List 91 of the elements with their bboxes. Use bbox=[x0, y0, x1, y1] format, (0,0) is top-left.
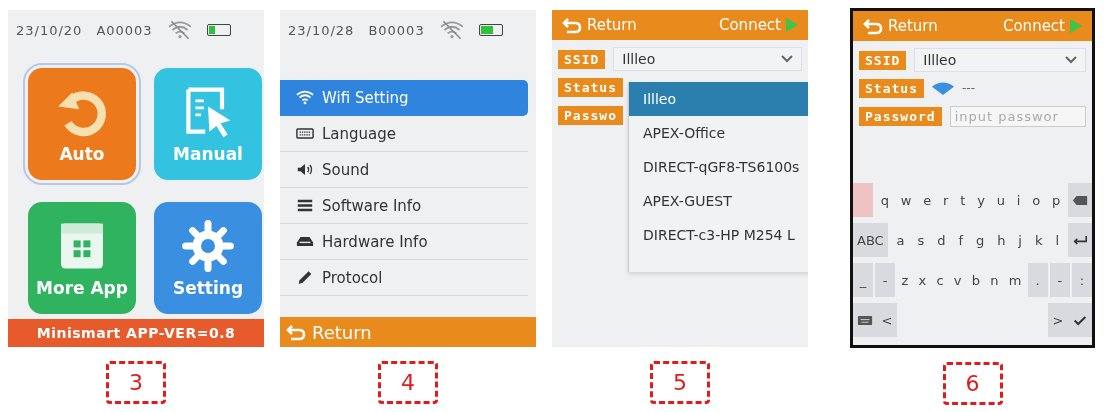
keyboard-toggle-key[interactable] bbox=[853, 303, 877, 337]
keyboard-key[interactable]: _ bbox=[853, 263, 873, 297]
keyboard-key[interactable]: u bbox=[992, 183, 1009, 217]
checkmark-icon bbox=[1072, 314, 1088, 326]
keyboard-key[interactable]: x bbox=[914, 263, 931, 297]
device-code: B00003 bbox=[368, 22, 425, 38]
keyboard-key[interactable]: p bbox=[1047, 183, 1065, 217]
return-arrow-icon bbox=[562, 16, 582, 34]
keyboard-key[interactable]: r bbox=[939, 183, 953, 217]
enter-key[interactable] bbox=[1067, 223, 1092, 257]
field-label: Status bbox=[859, 78, 924, 98]
keyboard-key[interactable]: k bbox=[1030, 223, 1047, 257]
menu-item[interactable]: Language bbox=[280, 116, 528, 152]
play-icon bbox=[786, 18, 798, 32]
keyboard-key[interactable]: a bbox=[892, 223, 909, 257]
ssid-option[interactable]: APEX-GUEST bbox=[629, 184, 808, 218]
ssid-dropdown[interactable]: Illleo bbox=[613, 47, 802, 71]
menu-item[interactable]: Sound bbox=[280, 152, 528, 188]
keyboard-key[interactable]: o bbox=[1028, 183, 1045, 217]
keyboard-key[interactable]: l bbox=[1051, 223, 1063, 257]
keyboard-key[interactable]: m bbox=[1004, 263, 1026, 297]
keyboard-key[interactable]: < bbox=[877, 303, 897, 337]
keyboard-key[interactable]: q bbox=[876, 183, 894, 217]
keyboard-key[interactable]: - bbox=[875, 263, 896, 297]
chevron-down-icon bbox=[1065, 56, 1077, 64]
return-arrow-icon bbox=[863, 17, 883, 35]
chevron-down-icon bbox=[781, 55, 793, 63]
version-bar: Minismart APP-VER=0.8 bbox=[8, 319, 264, 347]
keyboard-key[interactable]: n bbox=[986, 263, 1003, 297]
confirm-key[interactable] bbox=[1068, 303, 1092, 337]
keyboard-key[interactable]: . bbox=[1027, 263, 1048, 297]
step-number: 6 bbox=[942, 362, 1003, 405]
step-number: 4 bbox=[378, 361, 438, 404]
menu-item[interactable]: Hardware Info bbox=[280, 224, 528, 260]
return-arrow-icon bbox=[286, 323, 306, 341]
keyboard-key[interactable]: f bbox=[954, 223, 967, 257]
keyboard-key[interactable]: b bbox=[967, 263, 984, 297]
keyboard-key[interactable]: w bbox=[896, 183, 916, 217]
field-label: Password bbox=[859, 106, 942, 126]
keyboard-key[interactable]: h bbox=[993, 223, 1010, 257]
battery-icon bbox=[478, 24, 503, 36]
password-field[interactable]: input passwor bbox=[949, 105, 1086, 127]
wifi-off-icon bbox=[166, 20, 193, 40]
keyboard-key[interactable]: z bbox=[897, 263, 913, 297]
ssid-option[interactable]: DIRECT-qGF8-TS6100s bbox=[629, 150, 808, 184]
menu-item[interactable]: Protocol bbox=[280, 260, 528, 296]
wifi-off-icon bbox=[438, 20, 465, 40]
keyboard-key[interactable]: ABC bbox=[853, 223, 888, 257]
backspace-key[interactable] bbox=[1067, 183, 1092, 217]
date-text: 23/10/20 bbox=[16, 22, 83, 38]
wifi-icon bbox=[296, 90, 314, 105]
backspace-icon bbox=[1071, 194, 1088, 206]
keyboard-key[interactable]: e bbox=[919, 183, 936, 217]
device-code: A00003 bbox=[96, 22, 153, 38]
pencil-icon bbox=[296, 270, 314, 285]
step-number: 3 bbox=[106, 361, 166, 404]
settings-icon bbox=[180, 217, 236, 274]
field-label: Status bbox=[558, 77, 623, 97]
list-icon bbox=[296, 198, 314, 213]
field-label: Passwo bbox=[558, 105, 623, 125]
battery-icon bbox=[206, 24, 231, 36]
ssid-option[interactable]: APEX-Office bbox=[629, 116, 808, 150]
speaker-icon bbox=[296, 162, 314, 177]
keyboard-key[interactable]: > bbox=[1048, 303, 1068, 337]
keyboard-key[interactable]: v bbox=[949, 263, 966, 297]
play-icon bbox=[1070, 19, 1082, 33]
ssid-option[interactable]: Illleo bbox=[629, 82, 808, 116]
keyboard-key[interactable]: d bbox=[933, 223, 950, 257]
enter-icon bbox=[1071, 234, 1088, 246]
keyboard-key[interactable]: t bbox=[956, 183, 970, 217]
keyboard-key[interactable]: : bbox=[1072, 263, 1092, 297]
ssid-option[interactable]: DIRECT-c3-HP M254 L bbox=[629, 218, 808, 252]
field-label: SSID bbox=[859, 50, 907, 70]
menu-item[interactable]: Software Info bbox=[280, 188, 528, 224]
date-text: 23/10/28 bbox=[288, 22, 355, 38]
keyboard-icon bbox=[857, 314, 873, 326]
keyboard-key[interactable]: i bbox=[1012, 183, 1025, 217]
ssid-dropdown[interactable]: Illleo bbox=[914, 48, 1086, 72]
menu-item[interactable]: Wifi Setting bbox=[280, 80, 528, 116]
keyboard-key[interactable]: g bbox=[971, 223, 989, 257]
keyboard-icon bbox=[296, 126, 314, 141]
keyboard-key[interactable]: y bbox=[973, 183, 989, 217]
wifi-signal-icon bbox=[931, 81, 954, 95]
keyboard-key[interactable]: - bbox=[1049, 263, 1070, 297]
keyboard-key[interactable]: j bbox=[1014, 223, 1026, 257]
keyboard-key[interactable]: s bbox=[913, 223, 929, 257]
tray-icon bbox=[296, 234, 314, 249]
status-value: --- bbox=[961, 81, 975, 95]
field-label: SSID bbox=[558, 49, 606, 69]
step-number: 5 bbox=[650, 361, 710, 404]
keyboard-key[interactable]: c bbox=[932, 263, 948, 297]
